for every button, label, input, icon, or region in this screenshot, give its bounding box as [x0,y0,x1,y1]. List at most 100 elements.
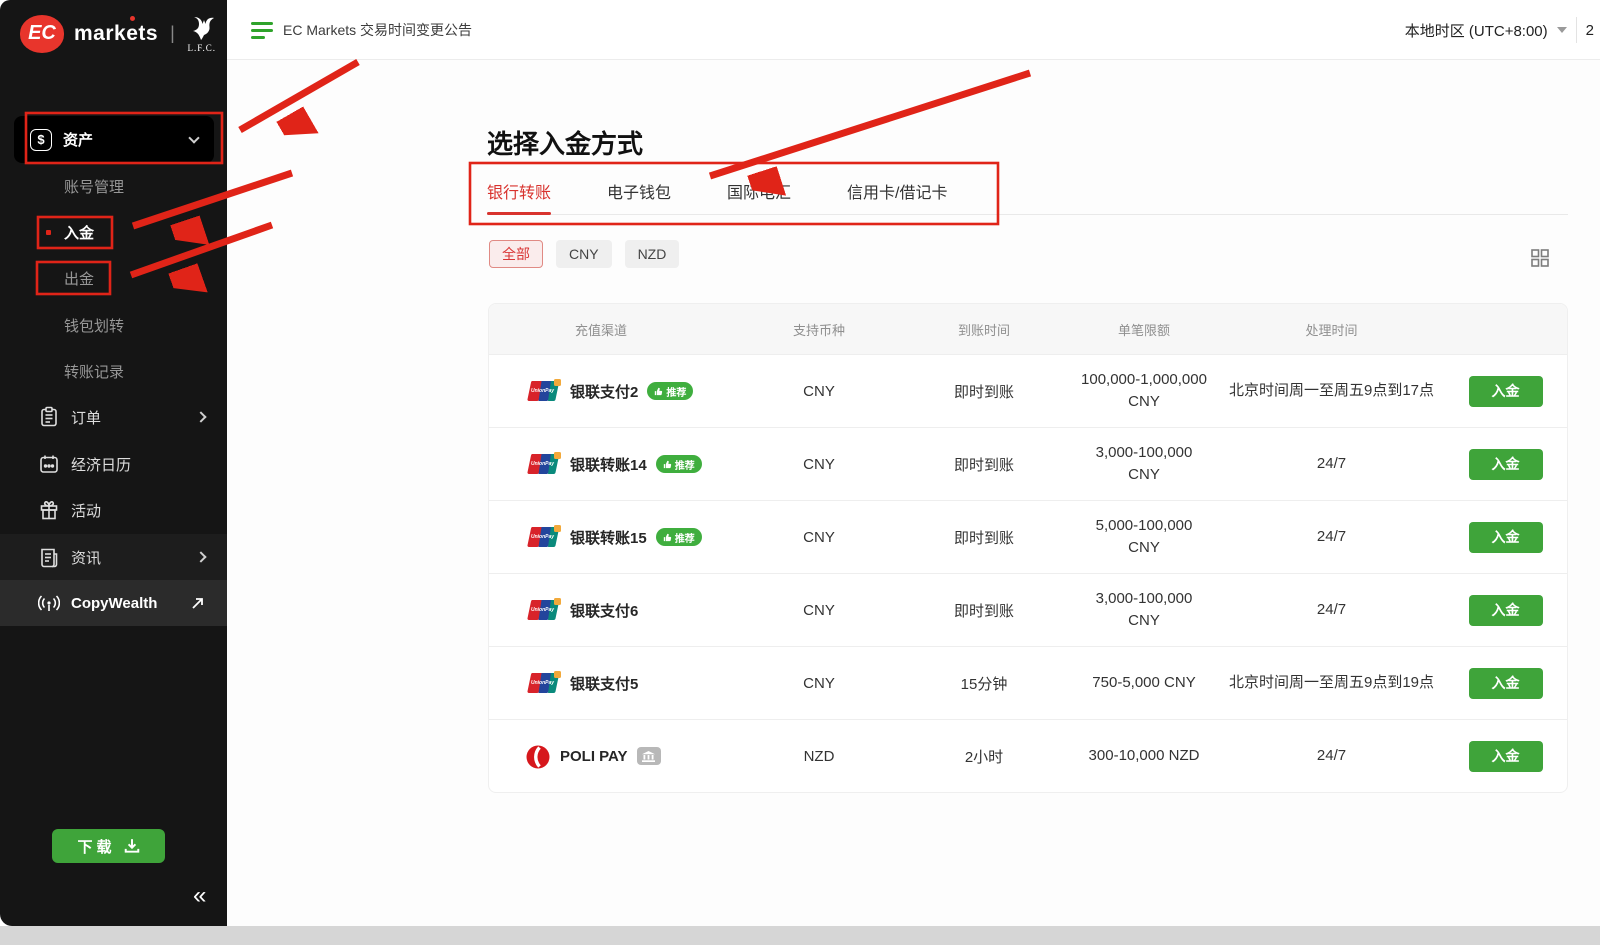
deposit-channels-table: 充值渠道 支持币种 到账时间 单笔限额 处理时间 UnionPay [488,303,1568,793]
download-label: 下载 [77,836,115,857]
svg-text:UnionPay: UnionPay [531,534,554,540]
deposit-button[interactable]: 入金 [1469,668,1543,699]
deposit-button[interactable]: 入金 [1469,595,1543,626]
arrival-cell: 即时到账 [899,527,1069,548]
brand-text: mark [74,22,126,45]
chevron-right-icon [195,411,206,422]
hours-cell: 24/7 [1317,525,1346,548]
deposit-button[interactable]: 入金 [1469,522,1543,553]
arrival-cell: 即时到账 [899,454,1069,475]
lfc-label: L.F.C. [187,43,216,53]
sidebar: EC markets | L.F.C. $ 资产 账号管理 入金 出金 钱包划转… [0,0,227,926]
filter-cny[interactable]: CNY [556,240,612,268]
sidebar-item-deposit[interactable]: 入金 [64,222,94,242]
currency-cell: CNY [739,383,899,400]
sidebar-item-activities[interactable]: 活动 [0,487,227,533]
sidebar-item-transfer-records[interactable]: 转账记录 [64,361,124,381]
recommended-badge: 推荐 [656,455,702,473]
currency-cell: CNY [739,602,899,619]
limit-cell: 3,000-100,000 CNY [1078,588,1210,633]
channel-name: 银联转账15 [570,527,647,548]
news-icon [38,546,60,568]
brand-text: ts [138,22,158,45]
divider [1576,17,1577,43]
chevron-down-icon[interactable] [1557,27,1567,33]
sidebar-item-withdraw[interactable]: 出金 [64,268,94,288]
sidebar-item-assets[interactable]: $ 资产 [14,116,214,163]
currency-cell: NZD [739,748,899,765]
thumbs-up-icon [654,387,663,396]
table-row: UnionPay 银联转账15 推荐 CNY 即时到账 5,000-100,00… [489,500,1567,573]
chevron-right-icon [195,551,206,562]
active-dot-icon [46,230,51,235]
arrival-cell: 即时到账 [899,600,1069,621]
sidebar-item-label: 入金 [64,222,94,243]
sidebar-item-label: 经济日历 [71,454,205,475]
badge-label: 推荐 [675,530,695,545]
brand-logo: EC markets | L.F.C. [20,14,217,53]
grid-view-icon[interactable] [1529,247,1551,269]
external-link-icon [191,596,205,610]
recommended-badge: 推荐 [656,528,702,546]
filter-nzd[interactable]: NZD [625,240,680,268]
table-header-row: 充值渠道 支持币种 到账时间 单笔限额 处理时间 [489,304,1567,354]
deposit-method-tabs: 银行转账 电子钱包 国际电汇 信用卡/借记卡 [487,168,1568,215]
sidebar-item-wallet-transfer[interactable]: 钱包划转 [64,315,124,335]
unionpay-icon: UnionPay [525,671,561,695]
tab-bank-transfer[interactable]: 银行转账 [487,168,551,214]
currency-cell: CNY [739,529,899,546]
announcement-banner[interactable]: EC Markets 交易时间变更公告 [251,0,472,60]
sidebar-item-news[interactable]: 资讯 [0,534,227,580]
channel-name: POLI PAY [560,748,628,765]
sidebar-item-label: 订单 [71,407,186,428]
announcement-text: EC Markets 交易时间变更公告 [283,20,472,40]
sidebar-item-label: CopyWealth [71,595,180,612]
currency-filters: 全部 CNY NZD [489,240,679,268]
table-row: UnionPay 银联支付2 推荐 CNY 即时到账 100,000-1,000… [489,354,1567,427]
sidebar-item-label: 活动 [71,500,205,521]
liverbird-icon [187,14,217,42]
svg-text:UnionPay: UnionPay [531,607,554,613]
tab-credit-debit-card[interactable]: 信用卡/借记卡 [847,168,947,214]
deposit-button[interactable]: 入金 [1469,741,1543,772]
deposit-button[interactable]: 入金 [1469,376,1543,407]
unionpay-icon: UnionPay [525,379,561,403]
download-button[interactable]: 下载 [52,829,165,863]
announcement-lines-icon [251,22,273,39]
deposit-button[interactable]: 入金 [1469,449,1543,480]
table-row: POLI PAY NZD 2小时 300-10,000 NZD 24/7 入金 [489,719,1567,792]
unionpay-icon: UnionPay [525,452,561,476]
badge-label: 推荐 [666,384,686,399]
sidebar-item-account-management[interactable]: 账号管理 [64,176,124,196]
sidebar-item-orders[interactable]: 订单 [0,394,227,440]
sidebar-item-copywealth[interactable]: CopyWealth [0,580,227,626]
arrival-cell: 15分钟 [899,673,1069,694]
download-icon [124,838,140,854]
hours-cell: 24/7 [1317,744,1346,767]
column-header: 到账时间 [899,320,1069,339]
sidebar-item-economic-calendar[interactable]: 经济日历 [0,441,227,487]
hours-cell: 北京时间周一至周五9点到17点 [1229,379,1434,402]
sidebar-item-label: 资讯 [71,547,186,568]
sidebar-item-label: 资产 [63,129,179,150]
table-row: UnionPay 银联支付6 CNY 即时到账 3,000-100,000 CN… [489,573,1567,646]
timezone-selector[interactable]: 本地时区 (UTC+8:00) [1405,20,1548,41]
brand-wordmark: markets [74,22,158,46]
filter-all[interactable]: 全部 [489,240,543,268]
unionpay-icon: UnionPay [525,525,561,549]
collapse-sidebar-button[interactable]: « [193,882,206,910]
channel-name: 银联支付5 [570,673,638,694]
limit-cell: 750-5,000 CNY [1092,672,1195,695]
topbar: EC Markets 交易时间变更公告 本地时区 (UTC+8:00) 2 [227,0,1600,60]
timezone-widget: 本地时区 (UTC+8:00) 2 [1405,0,1594,60]
tab-ewallet[interactable]: 电子钱包 [607,168,671,214]
dollar-icon: $ [30,129,52,151]
column-header: 支持币种 [739,320,899,339]
hours-cell: 24/7 [1317,598,1346,621]
thumbs-up-icon [663,533,672,542]
lfc-logo: L.F.C. [187,14,217,53]
column-header: 单笔限额 [1069,320,1219,339]
table-row: UnionPay 银联转账14 推荐 CNY 即时到账 3,000-100,00… [489,427,1567,500]
tab-international-wire[interactable]: 国际电汇 [727,168,791,214]
arrival-cell: 2小时 [899,746,1069,767]
